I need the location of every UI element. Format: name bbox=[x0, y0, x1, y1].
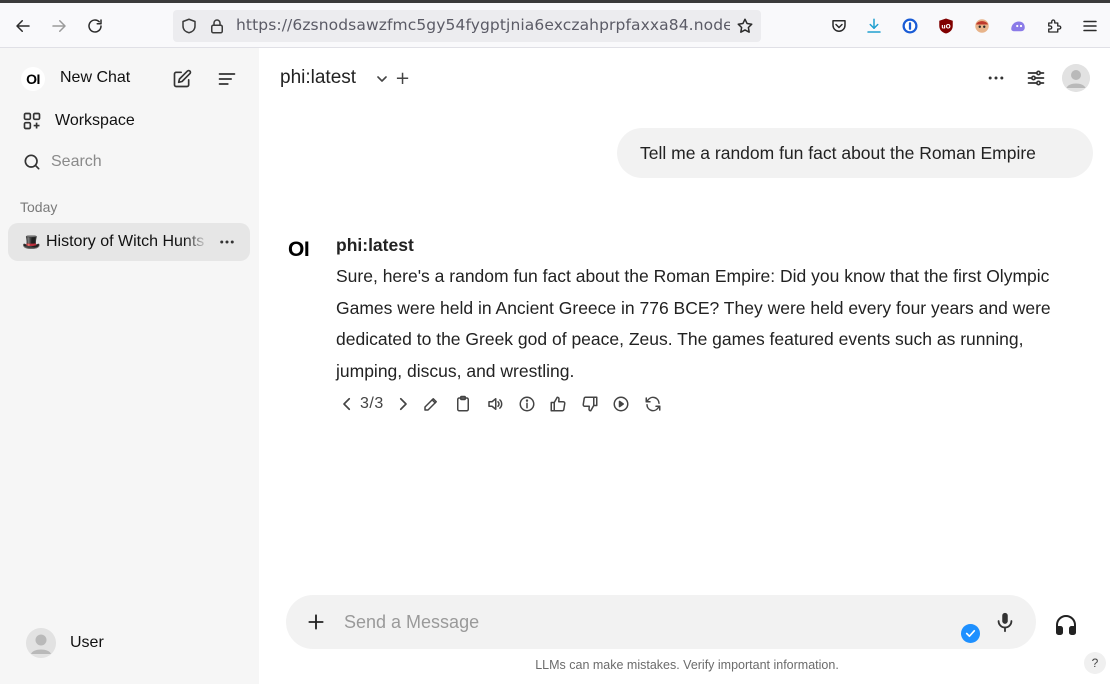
ublock-icon[interactable]: uO bbox=[936, 16, 956, 36]
next-response-chevron-right-icon[interactable] bbox=[392, 393, 414, 415]
info-icon[interactable] bbox=[516, 393, 538, 415]
user-message-bubble: Tell me a random fun fact about the Roma… bbox=[617, 128, 1093, 178]
user-name[interactable]: User bbox=[70, 634, 104, 652]
chevron-down-icon[interactable] bbox=[374, 71, 390, 87]
assistant-model-name: phi:latest bbox=[336, 235, 414, 255]
message-input[interactable] bbox=[344, 611, 944, 633]
section-label-today: Today bbox=[20, 199, 58, 215]
url-text[interactable]: https://6zsnodsawzfmc5gy54fygptjnia6excz… bbox=[236, 16, 730, 34]
star-icon[interactable] bbox=[736, 17, 754, 35]
more-options-icon[interactable] bbox=[983, 65, 1009, 91]
microphone-icon[interactable] bbox=[993, 610, 1017, 634]
puzzle-icon[interactable] bbox=[1044, 16, 1064, 36]
checkmark-badge-icon bbox=[961, 624, 980, 643]
add-attachment-plus-icon[interactable] bbox=[304, 610, 328, 634]
thumbs-up-icon[interactable] bbox=[547, 393, 569, 415]
settings-sliders-icon[interactable] bbox=[1023, 65, 1049, 91]
face-extension-icon[interactable] bbox=[972, 16, 992, 36]
password-manager-icon[interactable] bbox=[900, 16, 920, 36]
new-chat-button[interactable]: New Chat bbox=[60, 69, 130, 87]
workspace-link[interactable]: Workspace bbox=[55, 112, 135, 130]
svg-text:uO: uO bbox=[941, 24, 950, 31]
disclaimer-text: LLMs can make mistakes. Verify important… bbox=[535, 658, 839, 672]
assistant-logo: OI bbox=[288, 238, 310, 261]
download-icon[interactable] bbox=[864, 16, 884, 36]
previous-response-chevron-left-icon[interactable] bbox=[336, 393, 358, 415]
new-chat-pencil-icon[interactable] bbox=[171, 68, 193, 90]
read-aloud-speaker-icon[interactable] bbox=[484, 393, 506, 415]
lock-icon[interactable] bbox=[208, 17, 226, 35]
url-bar[interactable]: https://6zsnodsawzfmc5gy54fygptjnia6excz… bbox=[173, 10, 761, 42]
hamburger-menu-icon[interactable] bbox=[1080, 16, 1100, 36]
model-selector[interactable]: phi:latest bbox=[280, 67, 356, 89]
reload-icon[interactable] bbox=[83, 14, 107, 38]
copy-clipboard-icon[interactable] bbox=[452, 393, 474, 415]
help-button[interactable]: ? bbox=[1084, 652, 1106, 674]
shield-icon[interactable] bbox=[180, 17, 198, 35]
search-icon[interactable] bbox=[21, 151, 43, 173]
sidebar: OI New Chat Workspace Search Today 🎩 His… bbox=[0, 48, 259, 684]
ghost-extension-icon[interactable] bbox=[1008, 16, 1028, 36]
thumbs-down-icon[interactable] bbox=[579, 393, 601, 415]
user-message-text: Tell me a random fun fact about the Roma… bbox=[640, 143, 1036, 163]
regenerate-icon[interactable] bbox=[642, 393, 664, 415]
brand-logo[interactable]: OI bbox=[21, 67, 45, 91]
assistant-message-text: Sure, here's a random fun fact about the… bbox=[336, 266, 1051, 381]
message-composer bbox=[286, 595, 1036, 649]
browser-toolbar: https://6zsnodsawzfmc5gy54fygptjnia6excz… bbox=[0, 0, 1110, 48]
search-input[interactable]: Search bbox=[51, 153, 102, 171]
add-model-plus-icon[interactable]: + bbox=[395, 68, 413, 89]
user-avatar[interactable] bbox=[26, 628, 56, 658]
chat-item-title[interactable]: History of Witch Hunts bbox=[46, 233, 208, 251]
response-page-indicator: 3/3 bbox=[360, 395, 384, 412]
top-hat-icon: 🎩 bbox=[22, 233, 41, 251]
pocket-icon[interactable] bbox=[829, 16, 849, 36]
edit-pencil-icon[interactable] bbox=[420, 393, 442, 415]
workspace-icon[interactable] bbox=[21, 110, 43, 132]
sidebar-toggle-icon[interactable] bbox=[216, 68, 238, 90]
more-options-icon[interactable] bbox=[216, 231, 238, 253]
chat-list-item[interactable]: 🎩 History of Witch Hunts bbox=[8, 223, 250, 261]
back-arrow-icon[interactable] bbox=[11, 14, 35, 38]
continue-play-icon[interactable] bbox=[610, 393, 632, 415]
voice-call-headphones-icon[interactable] bbox=[1051, 610, 1081, 640]
profile-avatar[interactable] bbox=[1062, 64, 1090, 92]
chat-main: phi:latest + Tell me a random fun fact a… bbox=[259, 48, 1110, 684]
forward-arrow-icon[interactable] bbox=[47, 14, 71, 38]
